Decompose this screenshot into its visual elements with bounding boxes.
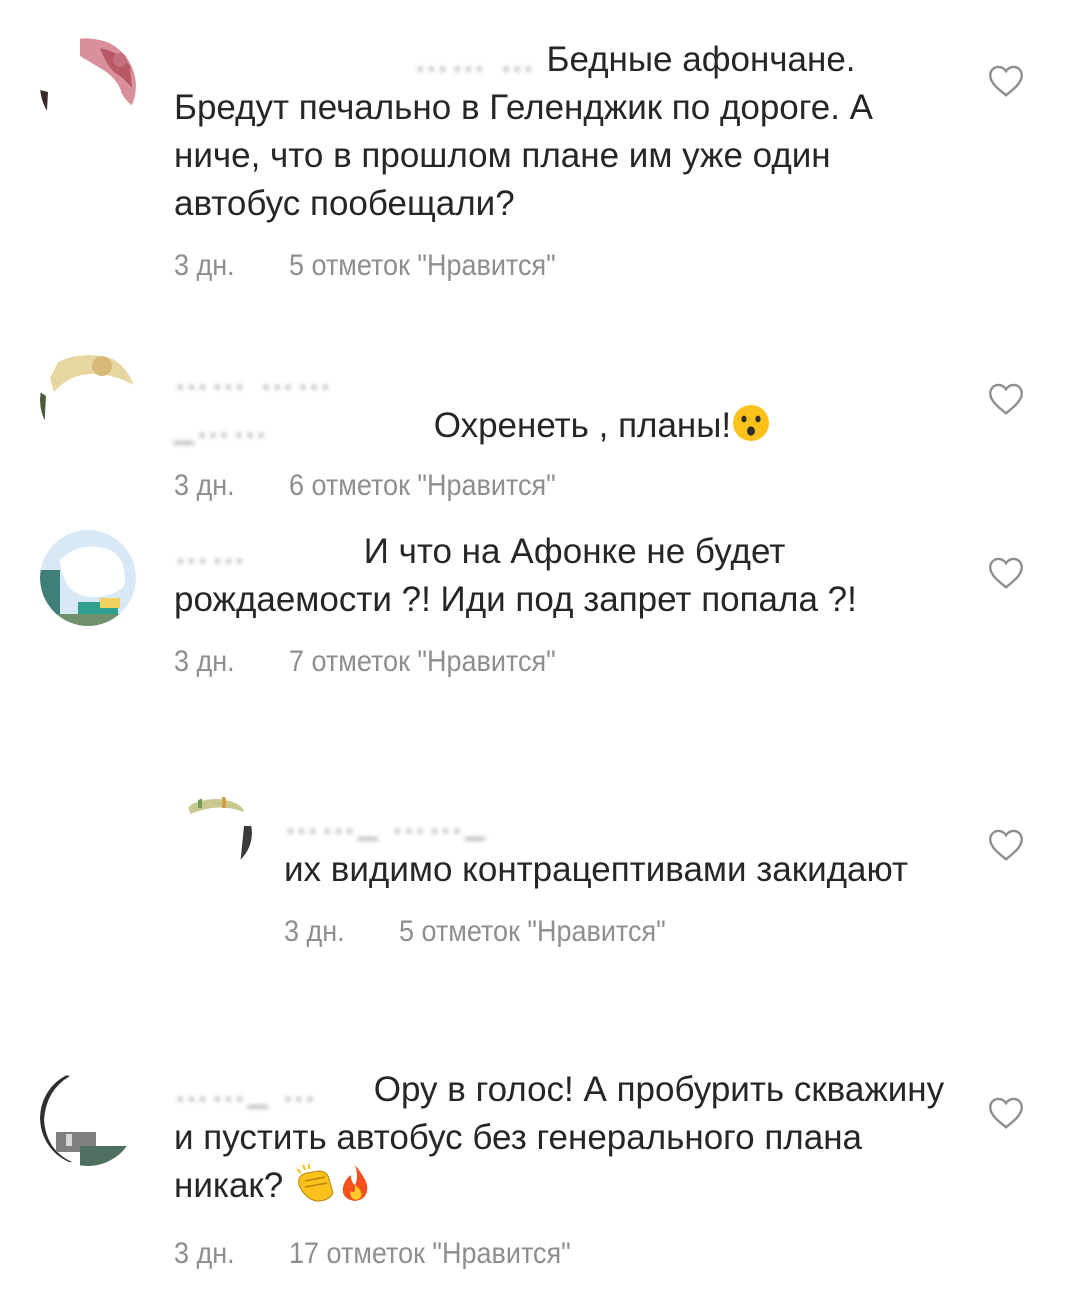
comment-time: 3 дн. [284, 915, 345, 948]
comment-text: …… … Бедные афончане. Бредут печально в … [174, 36, 964, 228]
comment-meta: 3 дн. 6 отметок "Нравится" [174, 466, 885, 506]
avatar[interactable] [40, 38, 136, 134]
comment-text: ……_ ……_ их видимо контрацептивами закида… [284, 798, 984, 894]
hushed-face-emoji [731, 403, 771, 456]
comment-username[interactable]: ……_ ……_ [284, 798, 784, 846]
comment-message: их видимо контрацептивами закидают [284, 850, 909, 889]
comment-time: 3 дн. [174, 1237, 235, 1270]
heart-outline-icon[interactable] [988, 828, 1024, 862]
comment-meta: 3 дн. 5 отметок "Нравится" [284, 912, 914, 952]
heart-outline-icon[interactable] [988, 1096, 1024, 1130]
comment-username[interactable]: …… [174, 528, 354, 576]
avatar[interactable] [178, 796, 252, 870]
clapping-hands-emoji [293, 1163, 337, 1216]
comment-time: 3 дн. [174, 249, 235, 282]
comment-body: ……_ ……_ их видимо контрацептивами закида… [284, 798, 984, 952]
avatar[interactable] [40, 530, 136, 626]
comment-text: …… ……_…… Охренеть , планы! [174, 354, 964, 456]
heart-outline-icon[interactable] [988, 64, 1024, 98]
comment-likes-count[interactable]: 5 отметок "Нравится" [399, 915, 666, 948]
comment-likes-count[interactable]: 6 отметок "Нравится" [289, 469, 556, 502]
comment-username[interactable]: …… ……_…… [174, 354, 424, 450]
heart-outline-icon[interactable] [988, 556, 1024, 590]
avatar[interactable] [40, 352, 136, 448]
comment-time: 3 дн. [174, 645, 235, 678]
comment-text: ……_ … Ору в голос! А пробурить скважину … [174, 1066, 964, 1216]
comment-time: 3 дн. [174, 469, 235, 502]
fire-emoji [337, 1163, 373, 1216]
comment-meta: 3 дн. 17 отметок "Нравится" [174, 1234, 885, 1274]
comment-username[interactable]: ……_ … [174, 1066, 364, 1114]
comment-username[interactable]: …… … [414, 36, 537, 84]
heart-outline-icon[interactable] [988, 382, 1024, 416]
comment-meta: 3 дн. 5 отметок "Нравится" [174, 246, 885, 286]
comment-message: Охренеть , планы! [433, 406, 732, 445]
comment-meta: 3 дн. 7 отметок "Нравится" [174, 642, 885, 682]
comment-body: ……_ … Ору в голос! А пробурить скважину … [174, 1066, 964, 1274]
comment-likes-count[interactable]: 7 отметок "Нравится" [289, 645, 556, 678]
comment-likes-count[interactable]: 17 отметок "Нравится" [289, 1237, 571, 1270]
comment-body: …… ……_…… Охренеть , планы! 3 дн. 6 отмет… [174, 354, 964, 506]
comment-text: …… И что на Афонке не будет рождаемости … [174, 528, 964, 624]
comment-likes-count[interactable]: 5 отметок "Нравится" [289, 249, 556, 282]
comment-body: …… И что на Афонке не будет рождаемости … [174, 528, 964, 682]
comment-body: …… … Бедные афончане. Бредут печально в … [174, 36, 964, 286]
avatar[interactable] [40, 1070, 136, 1166]
